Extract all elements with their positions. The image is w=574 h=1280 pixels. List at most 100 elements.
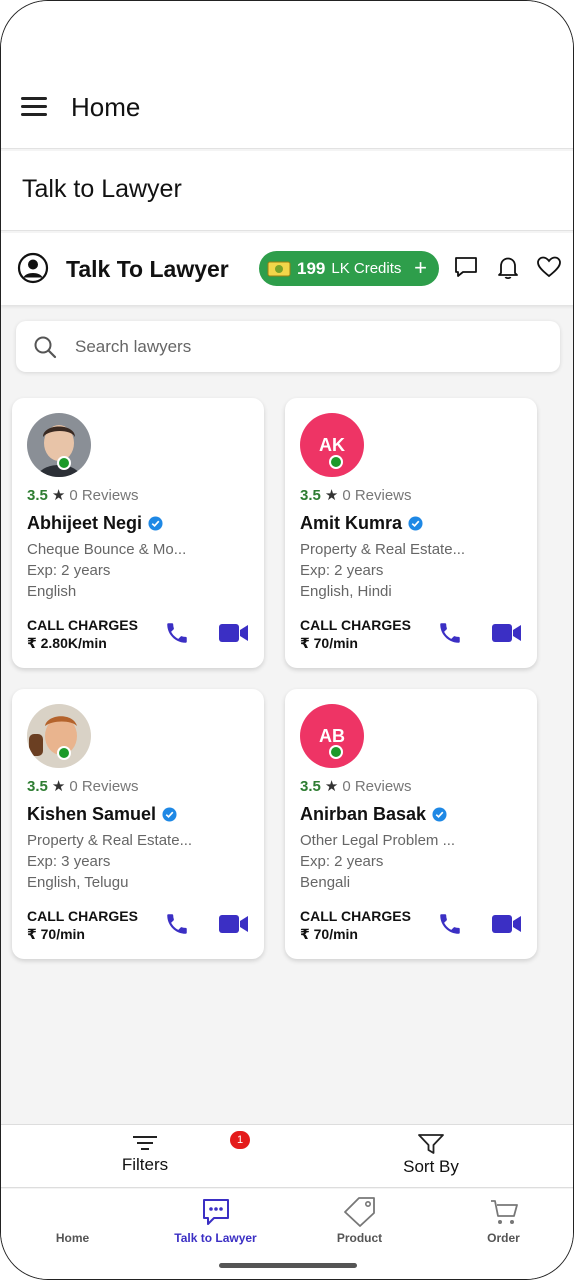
rating: 3.5 ★ 0 Reviews [300,777,412,795]
heart-icon[interactable] [536,254,562,280]
call-charges-label: CALL CHARGES [27,908,138,924]
filters-label: Filters [121,1155,169,1174]
languages: English [27,583,77,600]
credits-amount: 199 [297,258,326,278]
specialty: Property & Real Estate... [27,832,193,849]
online-status-dot [57,456,71,470]
experience: Exp: 3 years [27,853,111,870]
phone-screen: Home Talk to Lawyer Talk To Lawyer 199 L… [0,0,574,1280]
review-count: 0 Reviews [342,778,412,795]
lawyer-name[interactable]: Abhijeet Negi [27,513,142,534]
name-row: Anirban Basak [300,804,447,825]
lawyer-card[interactable]: 3.5 ★ 0 Reviews Abhijeet Negi Cheque Bounc… [12,398,264,668]
nav-label: Product [336,1231,383,1245]
languages: English, Telugu [27,874,129,891]
sort-by-button[interactable]: Sort By [374,1125,488,1189]
call-charges-label: CALL CHARGES [300,617,411,633]
star-icon: ★ [51,778,66,795]
add-credits-icon: + [414,255,427,280]
filter-lines-icon [133,1136,157,1150]
experience: Exp: 2 years [300,562,384,579]
menu-icon[interactable] [21,97,47,117]
phone-icon[interactable] [437,620,463,646]
online-status-dot [329,455,343,469]
rating: 3.5 ★ 0 Reviews [27,486,139,504]
lawyer-name[interactable]: Kishen Samuel [27,804,156,825]
money-icon [267,261,291,276]
sort-by-label: Sort By [403,1157,459,1176]
specialty: Property & Real Estate... [300,541,466,558]
search-bar[interactable]: Search lawyers [16,321,560,372]
experience: Exp: 2 years [27,562,111,579]
experience: Exp: 2 years [300,853,384,870]
video-call-icon[interactable] [219,914,249,934]
search-icon [34,336,57,359]
rating-value: 3.5 [300,778,321,795]
chat-icon [202,1199,229,1225]
call-charges: CALL CHARGES ₹ 70/min [300,616,411,652]
phone-icon[interactable] [164,911,190,937]
video-call-icon[interactable] [219,623,249,643]
name-row: Kishen Samuel [27,804,177,825]
call-charges: CALL CHARGES ₹ 2.80K/min [27,616,138,652]
rating-value: 3.5 [27,487,48,504]
lawyer-card[interactable]: AK 3.5 ★ 0 Reviews Amit Kumra Property & R… [285,398,537,668]
call-charges-label: CALL CHARGES [300,908,411,924]
lawyer-name[interactable]: Amit Kumra [300,513,402,534]
call-charges-value: ₹ 70/min [27,926,85,942]
filters-button[interactable]: Filters [88,1125,202,1189]
rating: 3.5 ★ 0 Reviews [27,777,139,795]
nav-item-home[interactable]: Home [1,1189,144,1245]
verified-icon [408,516,423,531]
rating: 3.5 ★ 0 Reviews [300,486,412,504]
lawyer-app-bar: Talk To Lawyer 199 LK Credits + [1,233,573,305]
online-status-dot [57,746,71,760]
phone-icon[interactable] [437,911,463,937]
section-title: Talk to Lawyer [22,175,182,203]
video-call-icon[interactable] [492,914,522,934]
name-row: Amit Kumra [300,513,423,534]
call-charges-value: ₹ 70/min [300,635,358,651]
languages: English, Hindi [300,583,392,600]
top-app-bar: Home [1,1,573,149]
bell-icon[interactable] [495,254,521,280]
verified-icon [162,807,177,822]
credits-label: LK Credits [331,260,402,277]
lawyer-card[interactable]: 3.5 ★ 0 Reviews Kishen Samuel Property & R… [12,689,264,959]
credits-button[interactable]: 199 LK Credits + [259,251,439,286]
verified-icon [148,516,163,531]
call-charges-value: ₹ 70/min [300,926,358,942]
search-input[interactable]: Search lawyers [75,337,191,357]
app-bar-title: Talk To Lawyer [66,256,229,282]
cart-icon [490,1200,518,1224]
phone-icon[interactable] [164,620,190,646]
call-charges: CALL CHARGES ₹ 70/min [27,907,138,943]
star-icon: ★ [51,487,66,504]
nav-item-product[interactable]: Product [288,1189,431,1245]
star-icon: ★ [324,778,339,795]
nav-label: Talk to Lawyer [174,1231,257,1245]
languages: Bengali [300,874,351,891]
lawyer-card[interactable]: AB 3.5 ★ 0 Reviews Anirban Basak Other Leg… [285,689,537,959]
chat-bubble-icon[interactable] [453,254,479,280]
rating-value: 3.5 [27,778,48,795]
nav-item-order[interactable]: Order [432,1189,573,1245]
call-charges-value: ₹ 2.80K/min [27,635,107,651]
filter-sort-bar: Filters 1 Sort By [1,1124,573,1189]
funnel-icon [418,1134,444,1154]
home-icon [58,1197,88,1227]
nav-item-talk-to-lawyer[interactable]: Talk to Lawyer [144,1189,287,1245]
lawyer-name[interactable]: Anirban Basak [300,804,426,825]
tag-icon [343,1197,375,1227]
nav-label: Home [55,1231,90,1245]
specialty: Other Legal Problem ... [300,832,456,849]
rating-value: 3.5 [300,487,321,504]
nav-label: Order [487,1231,520,1245]
home-indicator[interactable] [219,1263,357,1268]
video-call-icon[interactable] [492,623,522,643]
avatar: AB [300,704,364,768]
section-header: Talk to Lawyer [1,151,573,231]
user-icon[interactable] [17,252,49,284]
page-title: Home [71,92,141,122]
review-count: 0 Reviews [69,778,139,795]
